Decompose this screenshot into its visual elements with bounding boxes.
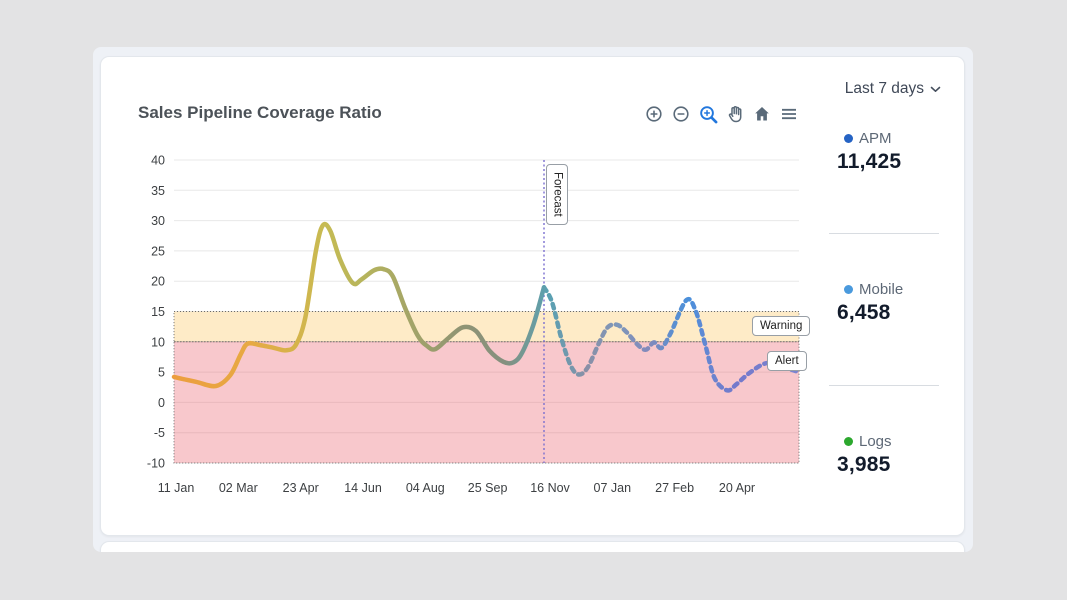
menu-button[interactable]	[777, 102, 801, 126]
sidebar-divider	[829, 233, 939, 234]
box-zoom-icon	[699, 105, 717, 123]
legend-dot	[844, 437, 853, 446]
metrics-sidebar: Last 7 days APM 11,425 Mobile 6,458 Logs…	[829, 80, 941, 520]
chart-title: Sales Pipeline Coverage Ratio	[138, 103, 382, 122]
zoom-in-icon	[646, 106, 662, 122]
dashboard-panel: Sales Pipeline Coverage Ratio 40 35 30 2…	[93, 47, 973, 552]
metric-label: APM	[859, 130, 892, 147]
metric-value: 3,985	[837, 453, 891, 476]
svg-text:40: 40	[151, 154, 165, 168]
next-card-peek	[100, 541, 965, 552]
metric-value: 11,425	[837, 150, 902, 173]
time-range-label: Last 7 days	[844, 80, 924, 97]
pan-button[interactable]	[723, 102, 747, 126]
alert-band-label: Alert	[767, 351, 807, 372]
zoom-out-button[interactable]	[669, 102, 693, 126]
svg-text:23 Apr: 23 Apr	[283, 481, 319, 495]
warning-band-label: Warning	[752, 316, 811, 337]
sidebar-divider	[829, 385, 939, 386]
home-button[interactable]	[750, 102, 774, 126]
svg-text:10: 10	[151, 335, 165, 349]
svg-text:25 Sep: 25 Sep	[468, 481, 508, 495]
svg-text:-5: -5	[154, 426, 165, 440]
svg-text:15: 15	[151, 305, 165, 319]
svg-text:20 Apr: 20 Apr	[719, 481, 755, 495]
metric-label: Logs	[859, 433, 892, 450]
svg-text:35: 35	[151, 184, 165, 198]
svg-text:27 Feb: 27 Feb	[655, 481, 694, 495]
metric-logs[interactable]: Logs 3,985	[837, 433, 941, 477]
svg-text:-10: -10	[147, 457, 165, 471]
metric-label: Mobile	[859, 281, 904, 298]
menu-icon	[782, 108, 796, 120]
svg-text:07 Jan: 07 Jan	[594, 481, 632, 495]
svg-text:04 Aug: 04 Aug	[406, 481, 445, 495]
zoom-out-icon	[673, 106, 689, 122]
svg-text:14 Jun: 14 Jun	[344, 481, 382, 495]
metric-apm[interactable]: APM 11,425	[837, 130, 941, 174]
svg-text:11 Jan: 11 Jan	[158, 481, 195, 495]
legend-dot	[844, 134, 853, 143]
svg-text:16 Nov: 16 Nov	[530, 481, 570, 495]
chart-toolbar	[642, 102, 801, 126]
box-zoom-button[interactable]	[696, 102, 720, 126]
svg-text:5: 5	[158, 366, 165, 380]
legend-dot	[844, 285, 853, 294]
chart-card: Sales Pipeline Coverage Ratio 40 35 30 2…	[100, 56, 965, 536]
home-icon	[755, 107, 769, 121]
zoom-in-button[interactable]	[642, 102, 666, 126]
svg-text:02 Mar: 02 Mar	[219, 481, 258, 495]
metric-value: 6,458	[837, 301, 891, 324]
metric-mobile[interactable]: Mobile 6,458	[837, 281, 941, 325]
line-chart[interactable]: 40 35 30 25 20 15 10 5 0 -5 -10 11 Jan 02 Mar 23 Apr 1…	[131, 150, 821, 500]
svg-text:0: 0	[158, 396, 165, 410]
svg-text:30: 30	[151, 214, 165, 228]
page-background: Sales Pipeline Coverage Ratio 40 35 30 2…	[0, 0, 1067, 600]
chevron-down-icon	[930, 86, 941, 92]
chart-area[interactable]: 40 35 30 25 20 15 10 5 0 -5 -10 11 Jan 02 Mar 23 Apr 1…	[131, 150, 821, 500]
svg-text:25: 25	[151, 244, 165, 258]
svg-text:20: 20	[151, 275, 165, 289]
time-range-selector[interactable]: Last 7 days	[845, 80, 941, 98]
forecast-annotation: Forecast	[546, 164, 569, 225]
pan-icon	[728, 105, 742, 123]
